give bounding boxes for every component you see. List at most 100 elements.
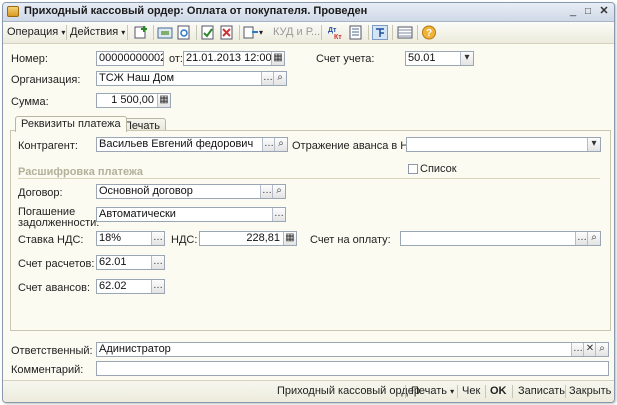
responsible-label: Ответственный: — [11, 345, 93, 357]
report-icon[interactable] — [348, 25, 364, 40]
toolbar-divider — [153, 25, 154, 40]
account-value: 50.01 — [408, 52, 436, 64]
choose-button[interactable]: … — [272, 208, 285, 221]
vat-rate-label: Ставка НДС: — [18, 234, 84, 246]
chevron-down-icon: ▾ — [121, 28, 126, 37]
unpost-icon[interactable] — [219, 25, 235, 40]
add-copy-icon[interactable] — [133, 25, 149, 40]
bottom-divider — [457, 385, 458, 398]
dt-kt-icon[interactable]: Дт Кт — [328, 25, 344, 41]
bottom-divider — [512, 385, 513, 398]
vat-value: 228,81 — [246, 232, 280, 244]
calculator-icon[interactable]: ▦ — [283, 232, 296, 245]
bottom-bar: Приходный кассовый ордер Печать ▾ Чек OK… — [3, 380, 614, 402]
ok-button[interactable]: OK — [490, 385, 507, 397]
settle-account-value: 62.01 — [99, 256, 127, 268]
svg-text:Кт: Кт — [334, 34, 342, 40]
sum-field[interactable]: 1 500,00 ▦ — [96, 93, 171, 108]
toolbar-divider — [66, 25, 67, 40]
tab-payment-details[interactable]: Реквизиты платежа — [15, 116, 127, 132]
calendar-icon[interactable]: ▦ — [271, 52, 284, 65]
vat-field[interactable]: 228,81 ▦ — [199, 231, 297, 246]
contract-field[interactable]: Основной договор … ⌕ — [96, 184, 286, 199]
print-menu-button[interactable]: Печать ▾ — [411, 385, 454, 397]
advance-account-label: Счет авансов: — [18, 282, 91, 294]
open-icon[interactable] — [157, 25, 173, 40]
structure-icon[interactable] — [243, 25, 259, 40]
close-button[interactable]: Закрыть — [569, 385, 611, 397]
choose-button[interactable]: … — [151, 280, 164, 293]
settle-account-label: Счет расчетов: — [18, 258, 95, 270]
advance-account-value: 62.02 — [99, 280, 127, 292]
kud-button[interactable]: КУД и Р... — [273, 25, 320, 40]
number-field[interactable]: 00000000002 — [96, 51, 164, 66]
svg-text:?: ? — [426, 28, 432, 39]
search-icon[interactable]: ⌕ — [272, 185, 285, 198]
vat-rate-field[interactable]: 18% … — [96, 231, 165, 246]
organization-label: Организация: — [11, 74, 81, 86]
vat-rate-value: 18% — [99, 232, 122, 244]
date-label: от: — [169, 53, 183, 65]
advance-select[interactable]: ▾ — [406, 137, 601, 152]
organization-value: ТСЖ Наш Дом — [99, 72, 175, 84]
bottom-divider — [405, 385, 406, 398]
sum-value: 1 500,00 — [111, 94, 154, 106]
toolbar-divider — [321, 25, 322, 40]
settle-account-field[interactable]: 62.01 … — [96, 255, 165, 270]
contractor-value: Васильев Евгений федорович — [99, 138, 254, 150]
comment-label: Комментарий: — [11, 364, 84, 376]
organization-field[interactable]: ТСЖ Наш Дом … ⌕ — [96, 71, 287, 86]
chevron-down-icon[interactable]: ▾ — [460, 52, 473, 65]
contractor-field[interactable]: Васильев Евгений федорович … ⌕ — [96, 137, 288, 152]
comment-field[interactable] — [96, 361, 609, 376]
account-select[interactable]: 50.01 ▾ — [405, 51, 474, 66]
chevron-down-icon[interactable]: ▾ — [259, 25, 263, 40]
structure-tree-icon[interactable] — [372, 25, 388, 40]
operation-menu-label: Операция — [7, 26, 59, 38]
operation-menu[interactable]: Операция ▾ — [7, 25, 65, 40]
search-icon[interactable]: ⌕ — [274, 138, 287, 151]
debt-field[interactable]: Автоматически … — [96, 207, 286, 222]
check-button[interactable]: Чек — [462, 385, 480, 397]
invoice-label: Счет на оплату: — [310, 234, 391, 246]
actions-menu[interactable]: Действия ▾ — [70, 25, 125, 40]
calculator-icon[interactable]: ▦ — [157, 94, 170, 107]
minimize-icon[interactable]: _ — [566, 5, 580, 18]
close-icon[interactable]: ✕ — [597, 5, 611, 18]
list-view-icon[interactable] — [397, 25, 413, 40]
document-icon — [7, 6, 19, 17]
list-checkbox[interactable] — [408, 164, 418, 174]
section-title: Расшифровка платежа — [18, 166, 144, 178]
print-menu-label: Печать — [411, 385, 448, 397]
search-icon[interactable]: ⌕ — [273, 72, 286, 85]
toolbar-divider — [417, 25, 418, 40]
contract-value: Основной договор — [99, 185, 193, 197]
help-icon[interactable]: ? — [421, 25, 437, 40]
refresh-icon[interactable] — [176, 25, 192, 40]
chevron-down-icon: ▾ — [61, 28, 66, 37]
account-label: Счет учета: — [316, 53, 375, 65]
invoice-field[interactable]: … ⌕ — [400, 231, 601, 246]
section-divider — [18, 178, 600, 179]
responsible-field[interactable]: Адиниcтратор … ✕ ⌕ — [96, 342, 609, 357]
contractor-label: Контрагент: — [18, 140, 78, 152]
maximize-icon[interactable]: □ — [581, 5, 595, 18]
sum-label: Сумма: — [11, 96, 49, 108]
number-label: Номер: — [11, 53, 48, 65]
post-icon[interactable] — [200, 25, 216, 40]
choose-button[interactable]: … — [151, 256, 164, 269]
chevron-down-icon[interactable]: ▾ — [587, 138, 600, 151]
advance-account-field[interactable]: 62.02 … — [96, 279, 165, 294]
vat-label: НДС: — [171, 234, 198, 246]
save-button[interactable]: Записать — [518, 385, 565, 397]
search-icon[interactable]: ⌕ — [587, 232, 600, 245]
svg-text:Дт: Дт — [328, 27, 337, 34]
actions-menu-label: Действия — [70, 26, 119, 38]
date-field[interactable]: 21.01.2013 12:00:00 ▦ — [183, 51, 285, 66]
choose-button[interactable]: … — [151, 232, 164, 245]
window-title: Приходный кассовый ордер: Оплата от поку… — [24, 5, 368, 17]
toolbar-divider — [239, 25, 240, 40]
receipt-print-button[interactable]: Приходный кассовый ордер — [277, 385, 420, 397]
advance-label: Отражение аванса в НУ: — [292, 140, 419, 152]
search-icon[interactable]: ⌕ — [595, 343, 608, 356]
